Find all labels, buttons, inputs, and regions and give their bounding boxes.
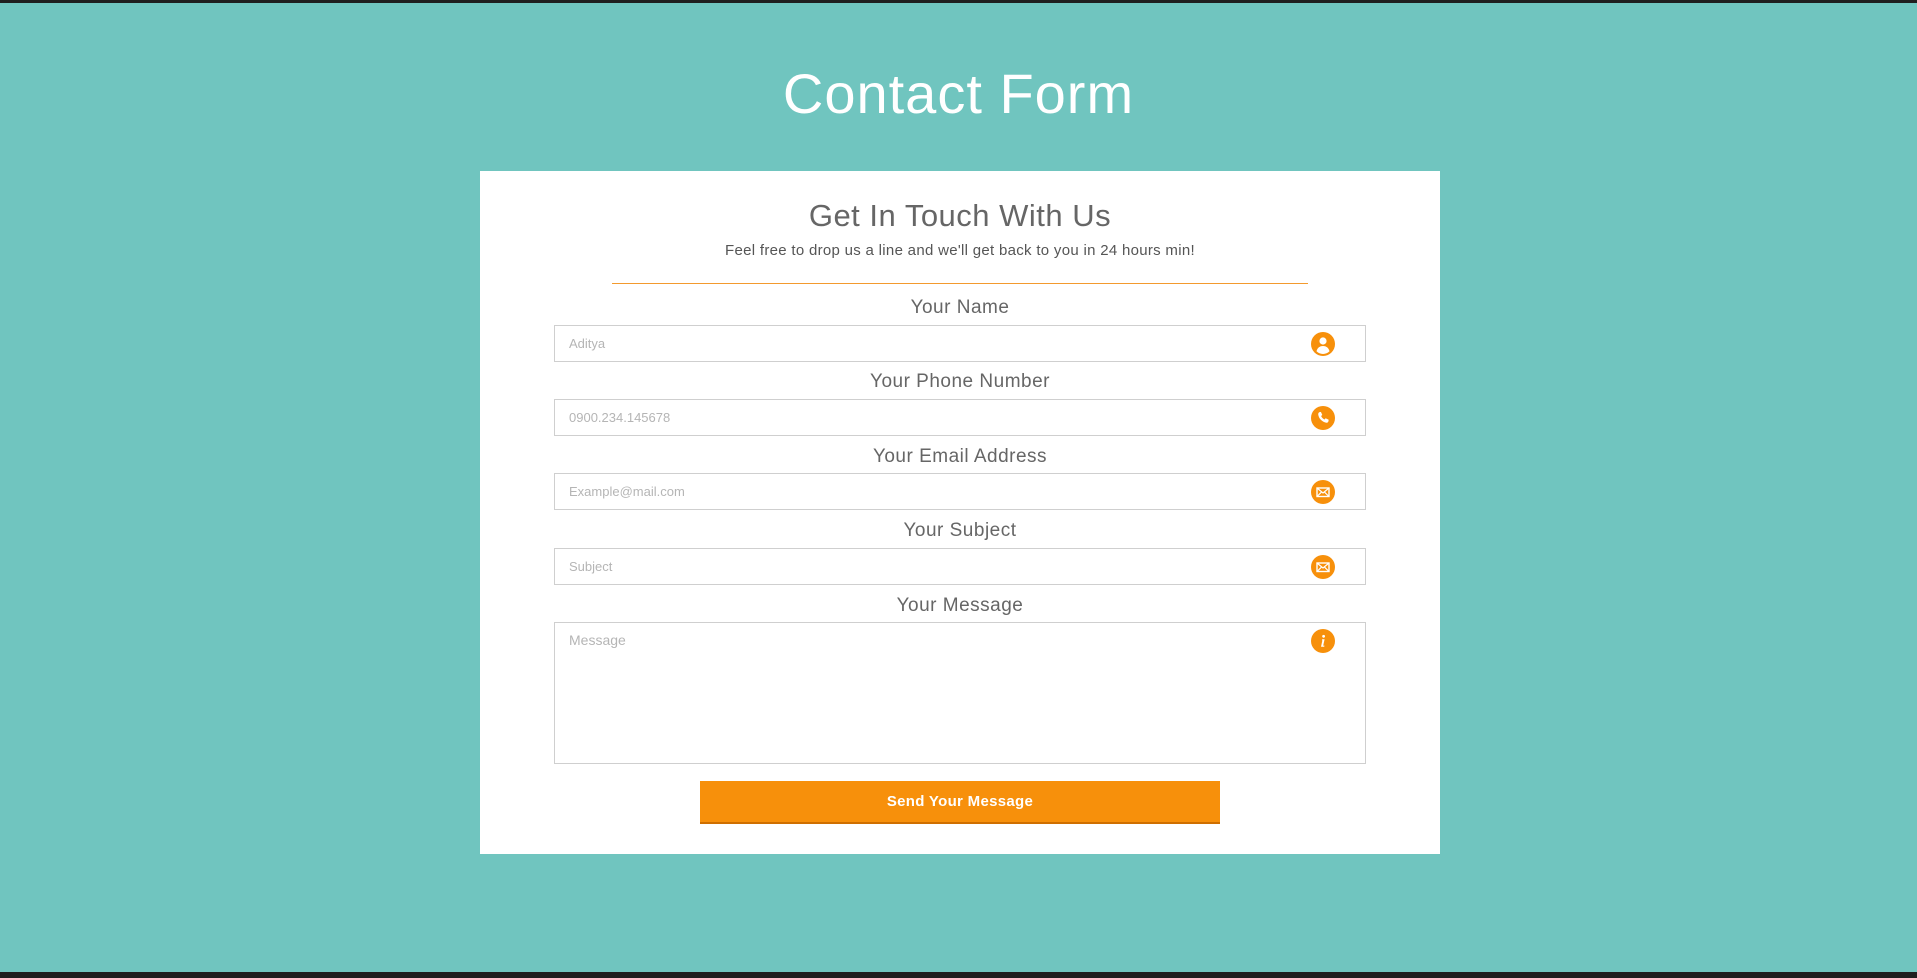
- subject-field: [554, 548, 1366, 585]
- message-label: Your Message: [896, 595, 1024, 616]
- card-subheading: Feel free to drop us a line and we'll ge…: [725, 242, 1195, 259]
- phone-icon: [1311, 405, 1335, 430]
- phone-field: [554, 399, 1366, 436]
- message-field: [554, 622, 1366, 764]
- card-heading: Get In Touch With Us: [808, 198, 1112, 233]
- info-icon: [1311, 629, 1335, 653]
- send-message-button[interactable]: Send Your Message: [700, 781, 1220, 824]
- email-field: [554, 473, 1366, 510]
- user-icon: [1311, 331, 1335, 356]
- phone-label: Your Phone Number: [870, 371, 1050, 392]
- envelope-icon: [1311, 554, 1335, 579]
- email-input[interactable]: [555, 474, 1365, 509]
- subject-input[interactable]: [555, 549, 1365, 584]
- name-field: [554, 325, 1366, 362]
- page-title: Contact Form: [782, 62, 1135, 125]
- contact-form-card: Get In Touch With Us Feel free to drop u…: [480, 171, 1440, 854]
- heading-divider: [612, 283, 1308, 284]
- name-input[interactable]: [555, 326, 1365, 361]
- phone-input[interactable]: [555, 400, 1365, 435]
- name-label: Your Name: [910, 297, 1010, 318]
- envelope-icon: [1311, 479, 1335, 504]
- page-background: Contact Form Get In Touch With Us Feel f…: [0, 3, 1917, 972]
- email-label: Your Email Address: [872, 446, 1048, 467]
- message-textarea[interactable]: [555, 623, 1365, 763]
- subject-label: Your Subject: [903, 520, 1017, 541]
